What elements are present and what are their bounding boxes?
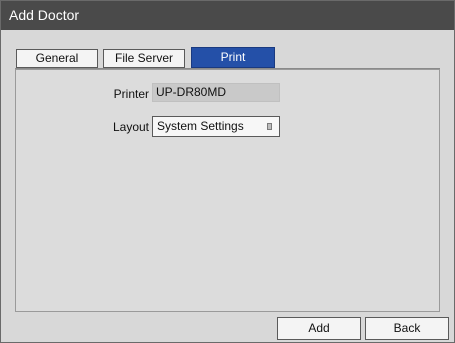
add-button[interactable]: Add bbox=[277, 317, 361, 340]
printer-label: Printer bbox=[113, 87, 149, 101]
printer-field: UP-DR80MD bbox=[152, 83, 280, 102]
tab-general[interactable]: General bbox=[16, 49, 98, 68]
layout-select[interactable]: System Settings bbox=[152, 116, 280, 137]
layout-label: Layout bbox=[112, 120, 149, 134]
tab-file-server[interactable]: File Server bbox=[103, 49, 185, 68]
print-settings-panel bbox=[15, 69, 440, 312]
add-doctor-dialog: Add Doctor General File Server Print Pri… bbox=[0, 0, 455, 343]
dropdown-indicator-icon bbox=[267, 123, 272, 130]
back-button[interactable]: Back bbox=[365, 317, 449, 340]
tab-print[interactable]: Print bbox=[191, 47, 275, 68]
window-title: Add Doctor bbox=[1, 1, 454, 30]
layout-selected-value: System Settings bbox=[157, 119, 244, 133]
